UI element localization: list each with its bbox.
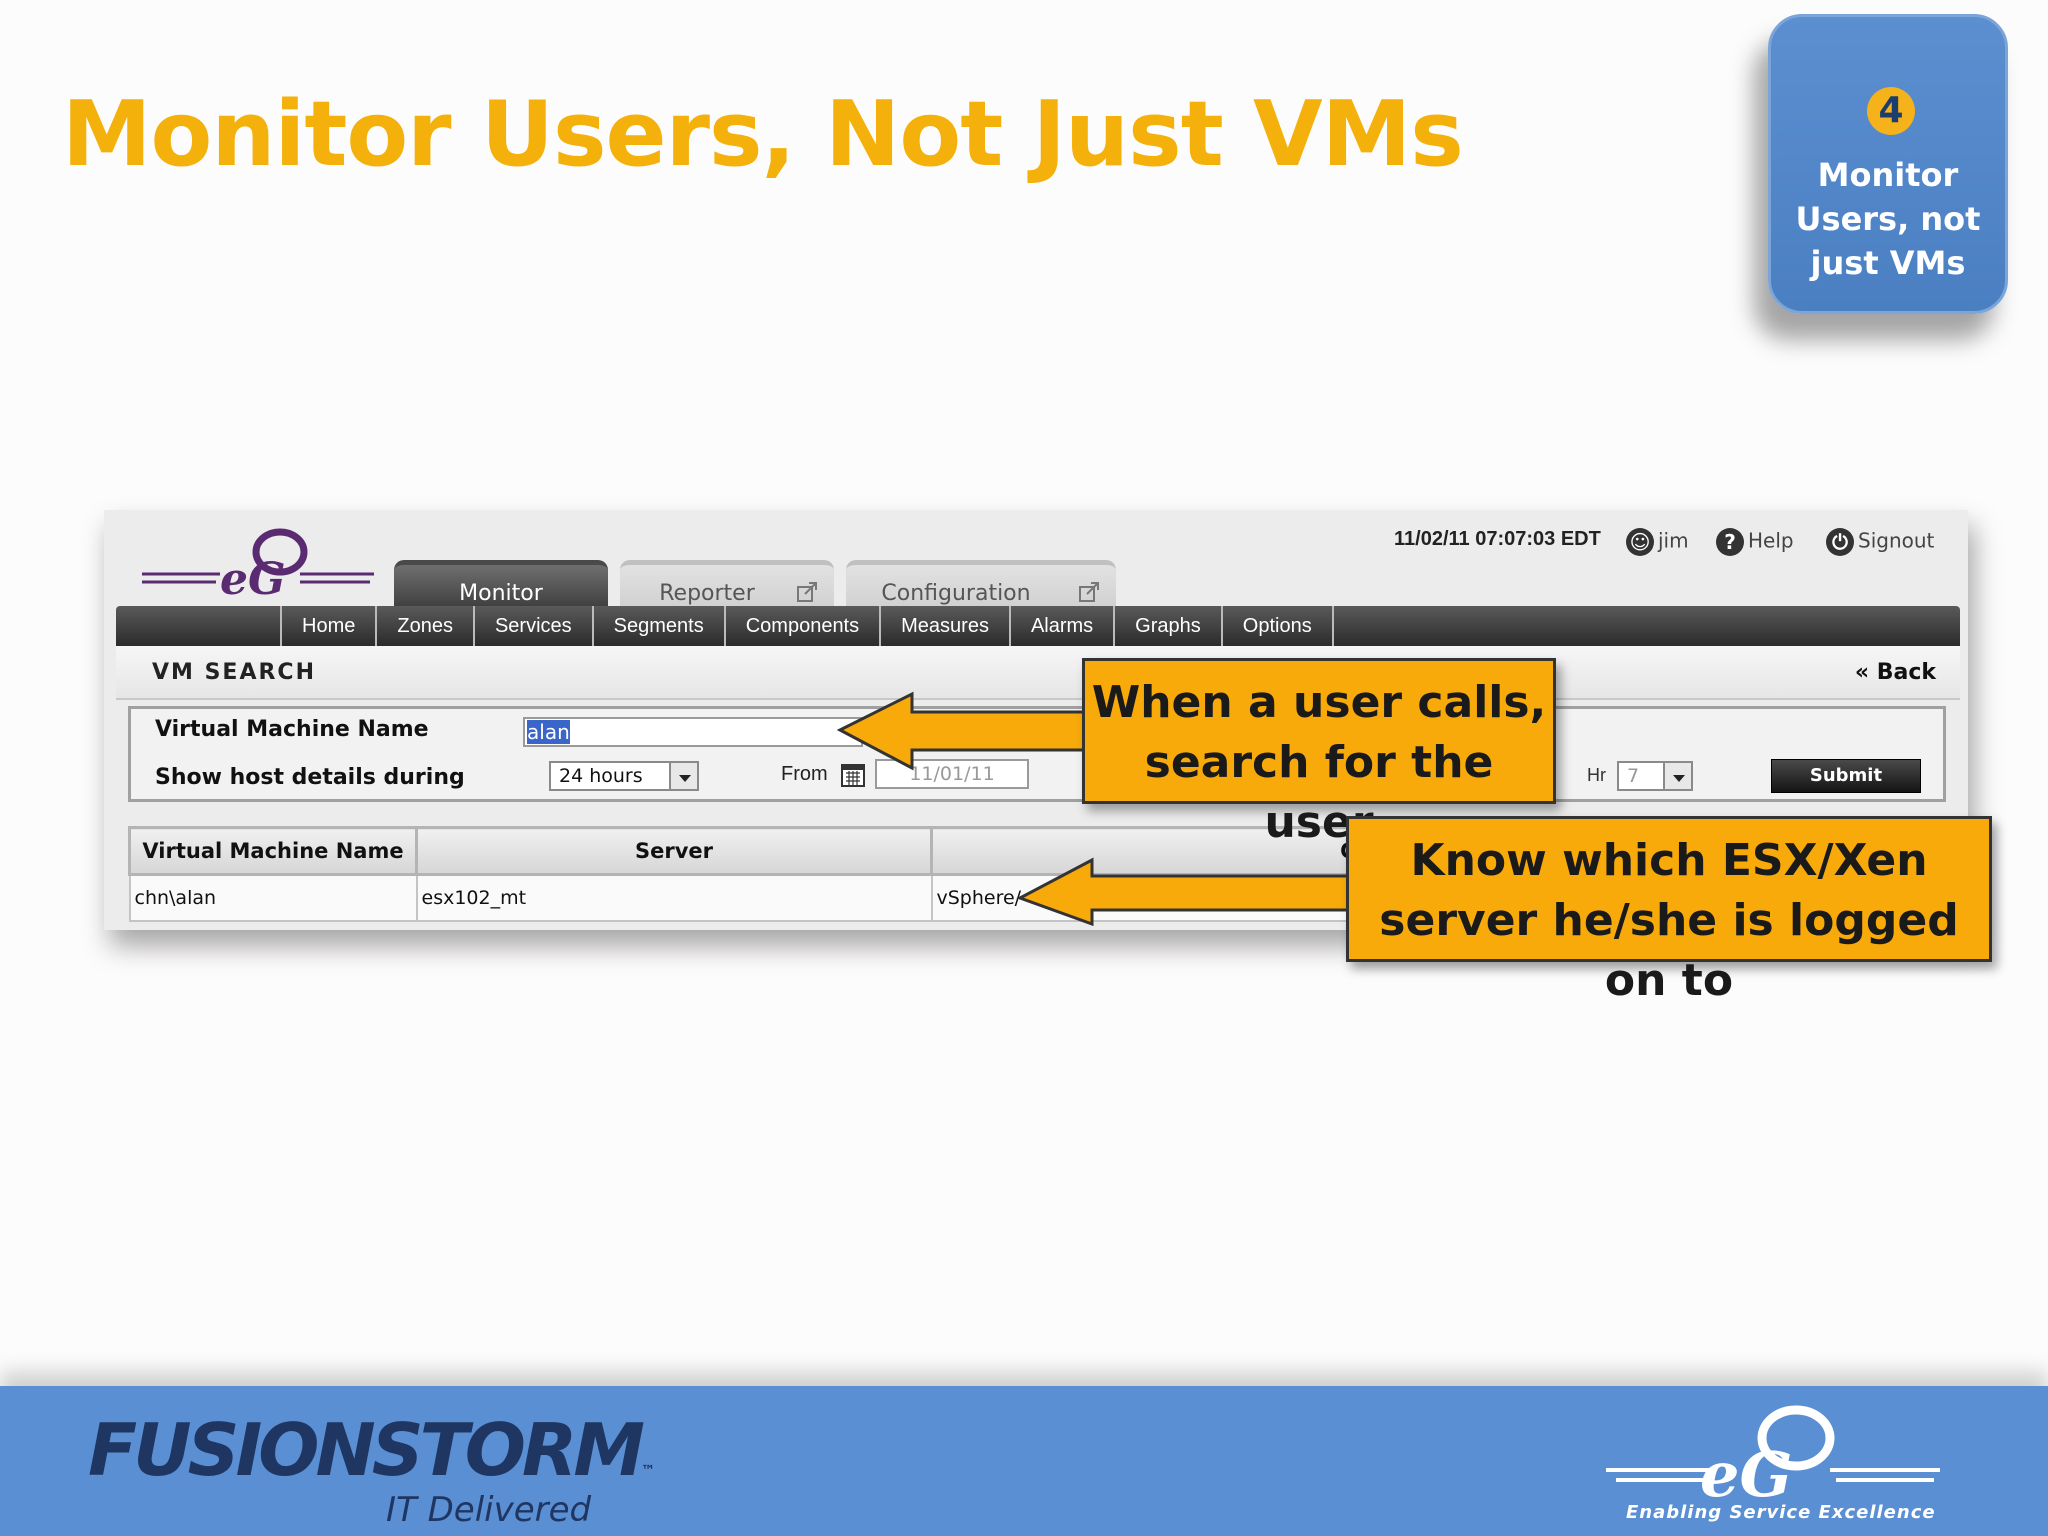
fusionstorm-tagline: IT Delivered — [386, 1490, 592, 1530]
tab-reporter[interactable]: Reporter — [620, 560, 834, 612]
power-icon: ⏻ — [1826, 528, 1854, 556]
cell-server: esx102_mt — [415, 873, 933, 922]
duration-select[interactable]: 24 hours — [549, 761, 699, 791]
popout-icon — [797, 582, 817, 602]
current-datetime: 11/02/11 07:07:03 EDT — [1394, 528, 1601, 550]
step-badge-text: Monitor Users, not just VMs — [1795, 156, 1981, 282]
eg-logo-icon: eG — [142, 528, 374, 604]
slide-footer: FUSIONSTORM™ IT Delivered eG Enabling Se… — [0, 1386, 2048, 1536]
signout-link[interactable]: ⏻ Signout — [1826, 528, 1934, 556]
tab-reporter-label: Reporter — [659, 581, 755, 606]
main-nav: Home Zones Services Segments Components … — [116, 606, 1960, 646]
user-icon: ☺ — [1626, 528, 1654, 556]
hour-select[interactable]: 7 — [1617, 761, 1693, 791]
hour-label: Hr — [1587, 765, 1606, 785]
tab-configuration[interactable]: Configuration — [846, 560, 1116, 612]
help-icon: ? — [1716, 528, 1744, 556]
vm-name-label: Virtual Machine Name — [155, 717, 429, 742]
nav-options[interactable]: Options — [1223, 606, 1334, 646]
cell-vm-name: chn\alan — [128, 873, 418, 922]
from-label: From — [781, 763, 828, 785]
nav-graphs[interactable]: Graphs — [1115, 606, 1223, 646]
nav-segments[interactable]: Segments — [594, 606, 726, 646]
slide-title: Monitor Users, Not Just VMs — [62, 82, 1464, 187]
dropdown-arrow-icon — [1663, 763, 1691, 789]
nav-home[interactable]: Home — [282, 606, 378, 646]
eg-footer-logo-icon: eG — [1606, 1405, 1940, 1506]
callout-server-location: Know which ESX/Xen server he/she is logg… — [1346, 816, 1992, 1006]
vm-name-input[interactable]: alan — [523, 717, 863, 747]
callout-search-user: When a user calls, search for the user — [1082, 658, 1556, 848]
tab-monitor[interactable]: Monitor — [394, 560, 608, 612]
column-header-server[interactable]: Server — [415, 826, 933, 876]
svg-text:eG: eG — [1700, 1438, 1792, 1506]
submit-button[interactable]: Submit — [1771, 759, 1921, 793]
callout-arrow-server — [1016, 857, 1352, 927]
step-badge: 4 Monitor Users, not just VMs — [1768, 14, 2008, 314]
section-header: VM SEARCH « Back — [116, 646, 1960, 700]
dropdown-arrow-icon — [669, 763, 697, 789]
section-title: VM SEARCH — [152, 660, 316, 685]
popout-icon — [1079, 582, 1099, 602]
tab-configuration-label: Configuration — [881, 581, 1031, 606]
back-chevron-icon: « — [1854, 660, 1870, 685]
nav-services[interactable]: Services — [475, 606, 594, 646]
help-link[interactable]: ? Help — [1716, 528, 1794, 556]
host-details-label: Show host details during — [155, 765, 465, 790]
nav-components[interactable]: Components — [726, 606, 882, 646]
column-header-vm-name[interactable]: Virtual Machine Name — [128, 826, 418, 876]
fusionstorm-logo: FUSIONSTORM™ — [88, 1408, 656, 1492]
eg-tagline: Enabling Service Excellence — [1626, 1502, 1936, 1523]
step-number: 4 — [1867, 87, 1915, 135]
nav-alarms[interactable]: Alarms — [1011, 606, 1116, 646]
callout-arrow-search — [836, 691, 1088, 771]
nav-zones[interactable]: Zones — [377, 606, 475, 646]
nav-measures[interactable]: Measures — [881, 606, 1011, 646]
svg-text:eG: eG — [220, 554, 286, 604]
back-link[interactable]: « Back — [1855, 660, 1936, 685]
user-link[interactable]: ☺ jim — [1626, 528, 1689, 556]
